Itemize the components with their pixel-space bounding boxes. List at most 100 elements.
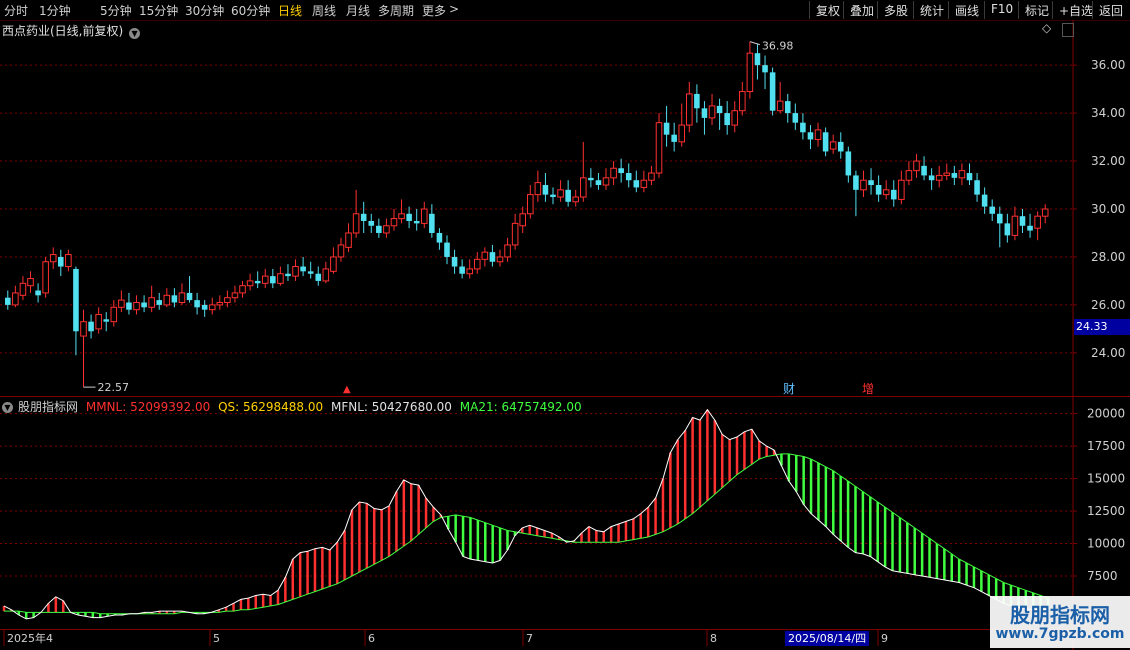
- candle-body-down: [406, 213, 412, 221]
- candle-body-up: [345, 232, 352, 248]
- price-tick-label: 28.00: [1091, 250, 1125, 264]
- watermark: 股朋指标网 www.7gpzb.com: [990, 596, 1130, 648]
- candle-body-up: [352, 213, 360, 234]
- month-label: 7: [526, 632, 533, 645]
- candle-body-down: [921, 165, 927, 176]
- candle-body-up: [163, 294, 171, 306]
- candle-body-down: [368, 220, 375, 226]
- candle-body-up: [1011, 215, 1019, 236]
- candle-body-up: [913, 160, 920, 172]
- candle-body-down: [489, 252, 496, 262]
- chevron-down-icon[interactable]: ▼: [129, 28, 141, 39]
- candle-body-up: [398, 213, 405, 220]
- min-price-label: 22.57: [98, 381, 129, 394]
- event-marker-small: ▲: [343, 384, 351, 395]
- candle-body-down: [307, 271, 314, 274]
- candle-body-up: [580, 177, 587, 198]
- candle-body-down: [1019, 216, 1026, 226]
- candle-body-down: [974, 180, 980, 195]
- candle-body-up: [322, 268, 330, 282]
- candle-body-up: [261, 275, 269, 284]
- candle-body-up: [898, 179, 905, 200]
- candle-body-up: [19, 282, 27, 296]
- candle-body-up: [246, 280, 254, 287]
- candle-body-up: [208, 304, 216, 311]
- candle-body-up: [655, 122, 663, 174]
- candle-body-down: [186, 292, 193, 301]
- diamond-icon[interactable]: ◇: [1042, 21, 1051, 35]
- month-label: 8: [710, 632, 717, 645]
- candle-body-down: [1004, 223, 1011, 236]
- candle-body-down: [724, 113, 730, 126]
- candle-body-down: [459, 266, 465, 274]
- candle-body-up: [277, 273, 284, 284]
- candle-body-up: [148, 297, 155, 308]
- month-label: 6: [368, 632, 375, 645]
- candle-body-up: [814, 129, 822, 140]
- candle-body-up: [80, 321, 87, 337]
- candle-body-down: [671, 134, 677, 142]
- candle-body-up: [466, 268, 473, 275]
- candle-body-up: [292, 266, 299, 277]
- candle-body-down: [754, 53, 761, 66]
- price-tick-label: 32.00: [1091, 154, 1125, 168]
- candle-body-up: [572, 196, 580, 203]
- kline-chart-canvas[interactable]: 36.98 22.57 ▲ 财 增 36.00 34.00 32.00 30.00 28.00 2…: [0, 0, 1130, 650]
- max-price-label: 36.98: [762, 40, 794, 53]
- candle-body-down: [360, 213, 367, 221]
- candle-body-up: [420, 208, 428, 224]
- candle-body-down: [171, 295, 178, 303]
- candle-body-up: [610, 167, 617, 179]
- candle-body-down: [542, 185, 549, 195]
- max-pointer: [749, 41, 761, 46]
- candle-body-up: [496, 256, 504, 263]
- candle-body-down: [762, 65, 768, 73]
- candle-body-up: [527, 194, 534, 215]
- candle-body-down: [88, 321, 94, 332]
- candle-body-up: [216, 302, 224, 306]
- candle-body-up: [958, 170, 966, 179]
- candle-body-down: [595, 180, 602, 186]
- candle-body-up: [110, 306, 118, 323]
- candle-body-up: [49, 254, 57, 263]
- candle-body-up: [504, 244, 511, 258]
- candle-body-down: [5, 297, 11, 305]
- legend-ma21: MA21: 64757492.00: [459, 400, 582, 414]
- candle-body-up: [133, 302, 140, 311]
- candle-body-up: [337, 244, 345, 258]
- stock-title: 西点药业(日线,前复权) ▼: [2, 22, 141, 39]
- month-label: 5: [213, 632, 220, 645]
- candle-body-down: [444, 242, 450, 257]
- candle-body-up: [678, 124, 686, 143]
- candle-body-down: [981, 194, 988, 207]
- candle-body-down: [694, 93, 700, 109]
- candle-body-down: [845, 151, 852, 176]
- candle-body-down: [928, 175, 935, 181]
- candle-body-down: [588, 177, 594, 181]
- candle-body-up: [519, 213, 527, 227]
- candle-body-up: [118, 299, 125, 308]
- candle-body-up: [534, 182, 542, 196]
- chevron-down-icon[interactable]: ▼: [2, 402, 13, 413]
- candle-body-up: [1041, 208, 1049, 217]
- panel-toggle-button[interactable]: [1062, 23, 1074, 37]
- candle-body-down: [58, 256, 64, 267]
- candle-body-down: [822, 132, 829, 152]
- candle-body-down: [156, 300, 163, 305]
- candle-body-up: [731, 110, 739, 126]
- candle-body-down: [254, 280, 261, 284]
- price-tick-label: 24.00: [1091, 346, 1125, 360]
- candle-body-up: [686, 93, 693, 126]
- candle-body-down: [868, 180, 874, 186]
- candle-body-down: [792, 113, 799, 123]
- candle-body-down: [270, 276, 276, 284]
- indicator-menu[interactable]: ▼: [2, 398, 13, 413]
- increase-marker: 增: [862, 382, 874, 396]
- candle-body-down: [853, 175, 859, 190]
- candle-body-up: [739, 91, 746, 112]
- candle-body-down: [890, 189, 897, 200]
- cursor-date-tag: 2025/08/14/四: [785, 631, 870, 646]
- legend-mfnl: MFNL: 50427680.00: [330, 400, 452, 414]
- indicator-series: [2, 408, 1050, 620]
- price-tick-label: 30.00: [1091, 202, 1125, 216]
